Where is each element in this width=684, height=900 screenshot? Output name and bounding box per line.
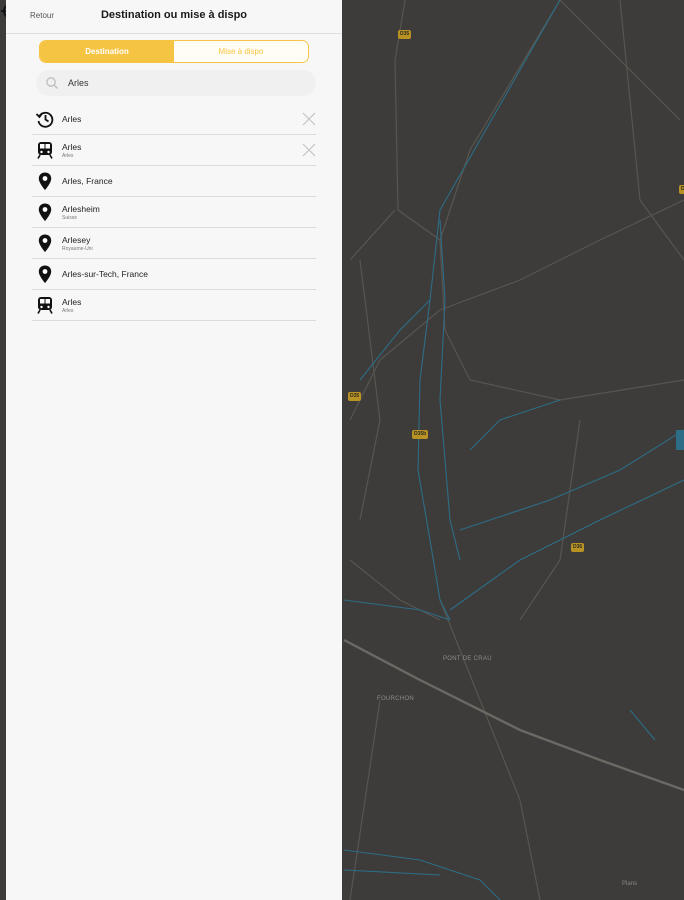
item-title: Arles-sur-Tech, France xyxy=(62,269,148,279)
item-subtitle: Arles xyxy=(62,152,74,159)
item-title: Arlesey xyxy=(62,234,91,245)
search-bar xyxy=(36,70,316,96)
history-icon xyxy=(35,109,55,129)
list-item[interactable]: Arles Arles xyxy=(32,135,316,166)
train-icon xyxy=(35,140,55,160)
page-title: Destination ou mise à dispo xyxy=(100,9,248,21)
road-label: D3 xyxy=(679,185,684,194)
location-pin-icon xyxy=(35,171,55,191)
close-icon[interactable] xyxy=(302,112,316,126)
road-label: D35 xyxy=(398,30,412,39)
location-pin-icon xyxy=(35,202,55,222)
destination-panel: Retour Destination ou mise à dispo Desti… xyxy=(6,0,342,900)
location-pin-icon xyxy=(35,233,55,253)
mode-segmented-control: Destination Mise à dispo xyxy=(39,40,309,63)
list-item[interactable]: Arlesey Royaume-Uni xyxy=(32,228,316,259)
item-title: Arles xyxy=(62,114,82,124)
results-list: Arles Arles Arles Arles, France Arleshei… xyxy=(32,104,316,321)
item-subtitle: Arles xyxy=(62,307,74,314)
item-title: Arles xyxy=(62,141,82,152)
list-item[interactable]: Arles Arles xyxy=(32,290,316,321)
panel-header: Retour Destination ou mise à dispo xyxy=(6,0,342,34)
item-subtitle: Suisse xyxy=(62,214,78,221)
location-pin-icon xyxy=(35,264,55,284)
place-label: PONT DE CRAU xyxy=(443,656,492,662)
road-label: D35 xyxy=(348,392,362,401)
item-title: Arles xyxy=(62,296,82,307)
tab-mise-a-dispo[interactable]: Mise à dispo xyxy=(174,41,308,62)
road-label: D35b xyxy=(412,430,429,439)
list-item[interactable]: Arlesheim Suisse xyxy=(32,197,316,228)
list-item[interactable]: Arles, France xyxy=(32,166,316,197)
tab-destination[interactable]: Destination xyxy=(40,41,174,62)
list-item[interactable]: Arles xyxy=(32,104,316,135)
search-input[interactable] xyxy=(66,77,300,89)
search-icon xyxy=(46,77,58,89)
train-icon xyxy=(35,295,55,315)
item-title: Arlesheim xyxy=(62,203,100,214)
list-item[interactable]: Arles-sur-Tech, France xyxy=(32,259,316,290)
legal-link[interactable]: Plans xyxy=(622,881,637,887)
place-label: FOURCHON xyxy=(377,696,415,702)
item-title: Arles, France xyxy=(62,176,113,186)
item-subtitle: Royaume-Uni xyxy=(62,245,93,252)
close-icon[interactable] xyxy=(302,143,316,157)
road-label: D36 xyxy=(571,543,585,552)
